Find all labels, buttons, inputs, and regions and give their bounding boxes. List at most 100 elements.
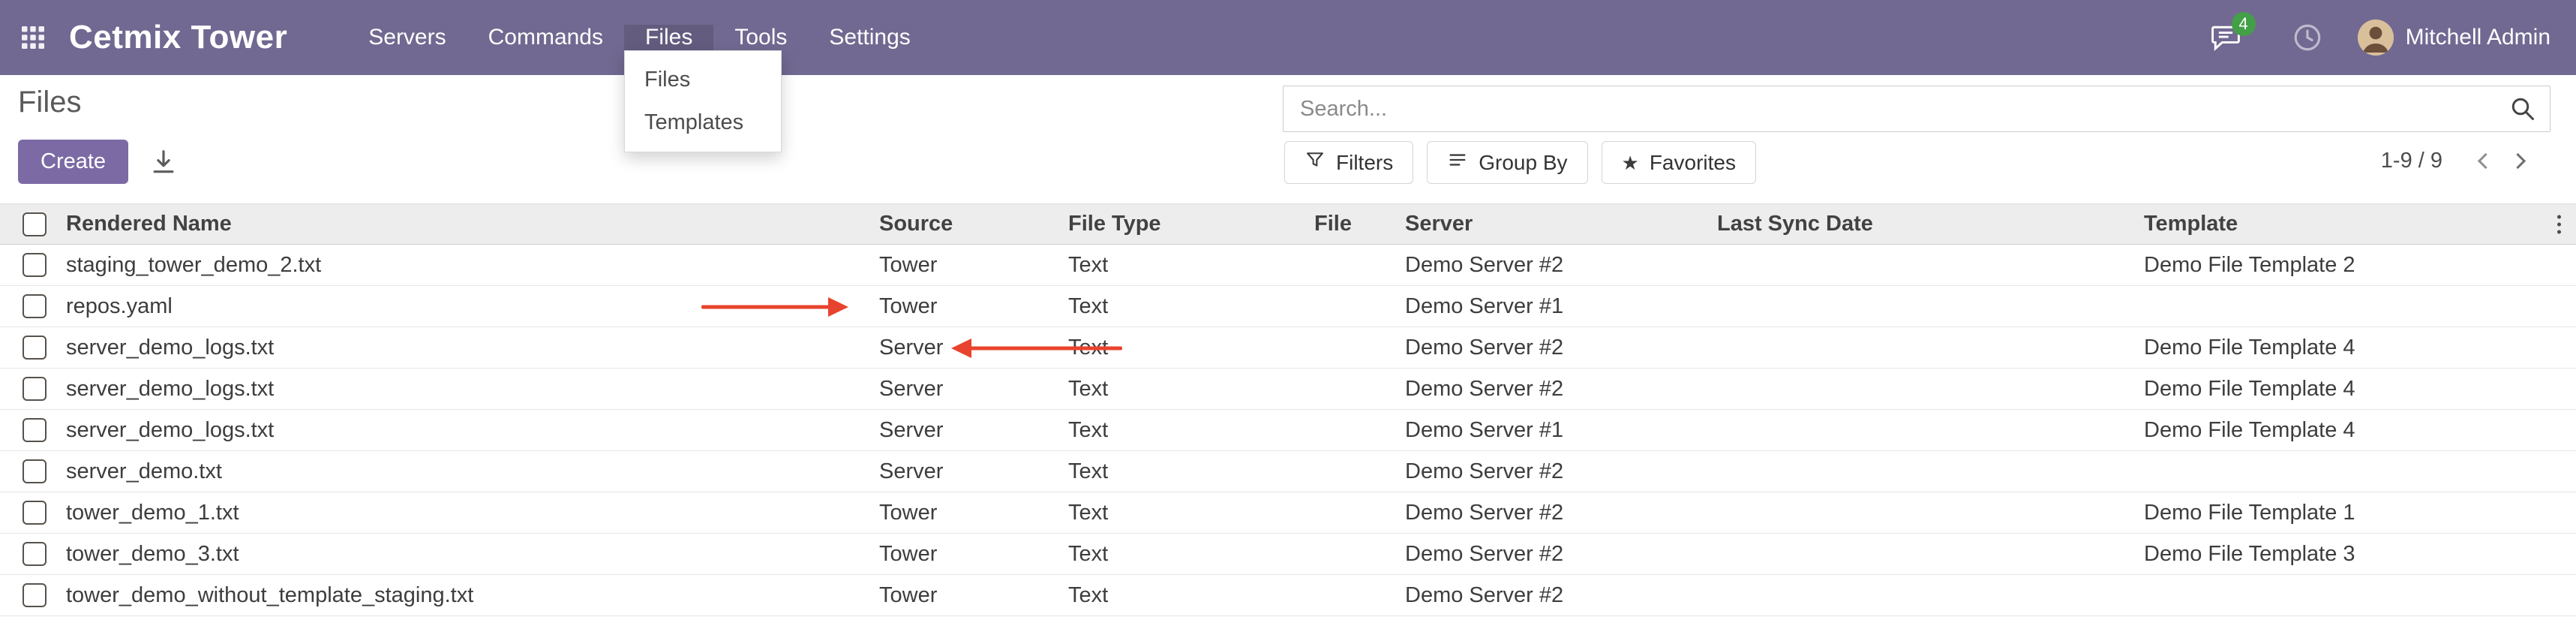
row-checkbox-cell <box>0 336 66 360</box>
create-button[interactable]: Create <box>18 140 128 184</box>
table-row[interactable]: tower_demo_without_template_staging.txtT… <box>0 575 2576 616</box>
column-header-file[interactable]: File <box>1314 212 1405 236</box>
navbar-right: 4 Mitchell Admin <box>2209 0 2576 75</box>
row-checkbox[interactable] <box>23 294 47 318</box>
cell-template: Demo File Template 1 <box>2144 501 2576 525</box>
files-list-view: Rendered Name Source File Type File Serv… <box>0 203 2576 616</box>
column-header-last-sync-date[interactable]: Last Sync Date <box>1717 212 2144 236</box>
cell-source: Server <box>879 418 1068 443</box>
optional-columns-toggle-icon[interactable] <box>2554 212 2564 236</box>
column-header-template[interactable]: Template <box>2144 212 2576 236</box>
export-download-icon[interactable] <box>149 148 178 176</box>
group-by-button[interactable]: Group By <box>1427 141 1587 184</box>
row-checkbox-cell <box>0 418 66 442</box>
table-row[interactable]: staging_tower_demo_2.txtTowerTextDemo Se… <box>0 245 2576 286</box>
select-all-checkbox[interactable] <box>23 212 47 236</box>
action-buttons: Create <box>18 140 178 184</box>
nav-item-commands[interactable]: Commands <box>467 25 624 50</box>
table-row[interactable]: server_demo.txtServerTextDemo Server #2 <box>0 451 2576 492</box>
cell-source: Server <box>879 336 1068 360</box>
table-row[interactable]: server_demo_logs.txtServerTextDemo Serve… <box>0 410 2576 451</box>
dropdown-item-templates[interactable]: Templates <box>625 101 781 144</box>
nav-item-label: Servers <box>368 25 446 50</box>
filter-funnel-icon <box>1305 149 1326 176</box>
cell-source: Tower <box>879 583 1068 608</box>
cell-server: Demo Server #2 <box>1405 542 1717 567</box>
cell-rendered-name: server_demo.txt <box>66 459 879 484</box>
search-input[interactable] <box>1283 97 2509 122</box>
row-checkbox[interactable] <box>23 583 47 607</box>
favorites-button[interactable]: ★ Favorites <box>1602 141 1756 184</box>
table-body: staging_tower_demo_2.txtTowerTextDemo Se… <box>0 245 2576 616</box>
cell-file-type: Text <box>1068 583 1314 608</box>
cell-rendered-name: staging_tower_demo_2.txt <box>66 253 879 278</box>
cell-template: Demo File Template 4 <box>2144 336 2576 360</box>
cell-source: Tower <box>879 542 1068 567</box>
row-checkbox-cell <box>0 542 66 566</box>
row-checkbox[interactable] <box>23 542 47 566</box>
app-brand-title[interactable]: Cetmix Tower <box>69 19 287 56</box>
table-row[interactable]: server_demo_logs.txtServerTextDemo Serve… <box>0 369 2576 410</box>
row-checkbox[interactable] <box>23 418 47 442</box>
nav-item-label: Settings <box>829 25 910 50</box>
table-row[interactable]: tower_demo_1.txtTowerTextDemo Server #2D… <box>0 492 2576 534</box>
table-header-row: Rendered Name Source File Type File Serv… <box>0 203 2576 245</box>
cell-source: Server <box>879 459 1068 484</box>
cell-source: Tower <box>879 294 1068 319</box>
nav-item-settings[interactable]: Settings <box>808 25 931 50</box>
pager-next-icon[interactable] <box>2502 151 2534 171</box>
row-checkbox[interactable] <box>23 501 47 525</box>
column-header-rendered-name[interactable]: Rendered Name <box>66 212 879 236</box>
files-dropdown-menu: Files Templates <box>624 50 782 152</box>
cell-template: Demo File Template 3 <box>2144 542 2576 567</box>
nav-item-servers[interactable]: Servers <box>347 25 467 50</box>
pager: 1-9 / 9 <box>2381 149 2534 173</box>
user-avatar[interactable] <box>2358 20 2394 56</box>
cell-rendered-name: repos.yaml <box>66 294 879 319</box>
dropdown-item-files[interactable]: Files <box>625 59 781 101</box>
control-panel: Files Create Filters <box>0 75 2576 203</box>
row-checkbox-cell <box>0 583 66 607</box>
row-checkbox[interactable] <box>23 253 47 277</box>
favorites-label: Favorites <box>1650 151 1736 175</box>
nav-item-files[interactable]: Files Files Templates <box>624 25 713 50</box>
page-title: Files <box>18 86 81 119</box>
cell-file-type: Text <box>1068 542 1314 567</box>
row-checkbox[interactable] <box>23 336 47 360</box>
filter-bar: Filters Group By ★ Favorites <box>1284 141 1756 184</box>
cell-server: Demo Server #2 <box>1405 336 1717 360</box>
cell-server: Demo Server #2 <box>1405 459 1717 484</box>
column-header-server[interactable]: Server <box>1405 212 1717 236</box>
column-header-file-type[interactable]: File Type <box>1068 212 1314 236</box>
column-header-source[interactable]: Source <box>879 212 1068 236</box>
row-checkbox[interactable] <box>23 377 47 401</box>
table-row[interactable]: repos.yamlTowerTextDemo Server #1 <box>0 286 2576 327</box>
cell-server: Demo Server #2 <box>1405 583 1717 608</box>
table-row[interactable]: server_demo_logs.txtServerTextDemo Serve… <box>0 327 2576 369</box>
cell-file-type: Text <box>1068 253 1314 278</box>
activities-clock-icon[interactable] <box>2292 22 2323 53</box>
cell-file-type: Text <box>1068 336 1314 360</box>
top-navbar: Cetmix Tower Servers Commands Files File… <box>0 0 2576 75</box>
filters-label: Filters <box>1336 151 1393 175</box>
user-menu[interactable]: Mitchell Admin <box>2406 25 2550 50</box>
pager-previous-icon[interactable] <box>2469 151 2502 171</box>
cell-rendered-name: tower_demo_3.txt <box>66 542 879 567</box>
cell-template: Demo File Template 4 <box>2144 418 2576 443</box>
apps-grid-icon[interactable] <box>20 24 47 51</box>
cell-server: Demo Server #2 <box>1405 253 1717 278</box>
cell-server: Demo Server #2 <box>1405 377 1717 402</box>
cell-source: Server <box>879 377 1068 402</box>
cell-server: Demo Server #1 <box>1405 418 1717 443</box>
nav-item-label: Commands <box>488 25 603 50</box>
search-icon[interactable] <box>2509 95 2550 122</box>
row-checkbox[interactable] <box>23 459 47 483</box>
table-row[interactable]: tower_demo_3.txtTowerText Demo Server #2 D… <box>0 534 2576 575</box>
messages-icon[interactable]: 4 <box>2209 21 2242 54</box>
nav-item-tools[interactable]: Tools <box>713 25 808 50</box>
filters-button[interactable]: Filters <box>1284 141 1413 184</box>
cell-rendered-name: server_demo_logs.txt <box>66 418 879 443</box>
star-icon: ★ <box>1622 153 1639 173</box>
nav-item-label: Files <box>645 25 692 50</box>
cell-template: Demo File Template 4 <box>2144 377 2576 402</box>
